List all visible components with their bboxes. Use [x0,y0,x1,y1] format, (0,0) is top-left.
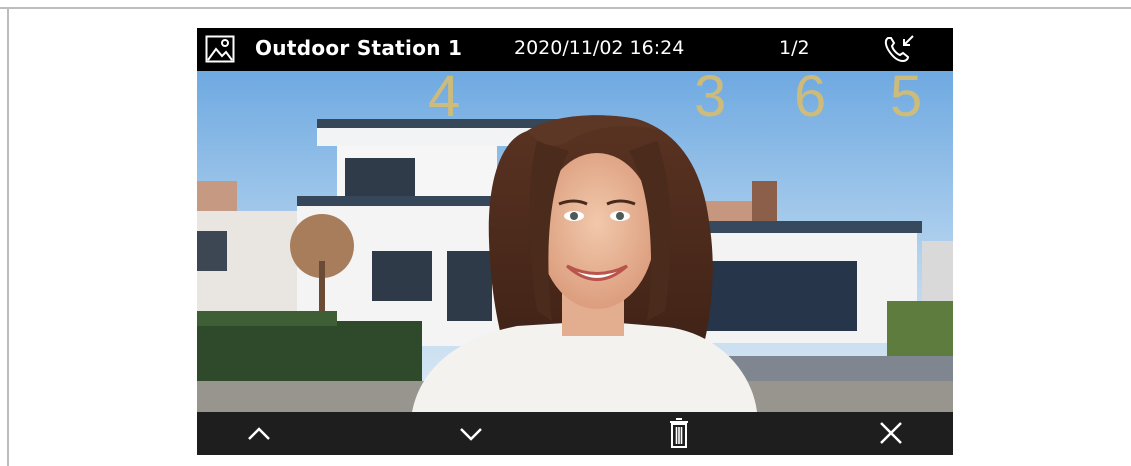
overlay-digit: 5 [890,64,923,129]
close-button[interactable] [861,412,921,455]
frame-left-line [7,7,9,466]
station-name: Outdoor Station 1 [255,36,463,60]
delete-button[interactable] [649,412,709,455]
snapshot-image [197,71,953,412]
top-bar: Outdoor Station 1 2020/11/02 16:24 1/2 [197,28,953,71]
frame-top-line [0,7,1131,9]
recording-datetime: 2020/11/02 16:24 [514,37,685,59]
chevron-up-icon [248,427,270,440]
gallery-icon[interactable] [205,35,235,63]
overlay-digit: 4 [428,64,461,129]
overlay-digit: 3 [694,64,727,129]
bottom-toolbar [197,412,953,455]
incoming-call-icon [884,35,914,63]
page-counter: 1/2 [779,37,810,59]
trash-icon [670,418,688,448]
overlay-digit: 6 [794,64,827,129]
chevron-down-icon [460,428,482,441]
previous-button[interactable] [229,412,289,455]
intercom-screen: Outdoor Station 1 2020/11/02 16:24 1/2 4… [197,28,953,455]
close-icon [880,422,902,444]
next-button[interactable] [441,412,501,455]
